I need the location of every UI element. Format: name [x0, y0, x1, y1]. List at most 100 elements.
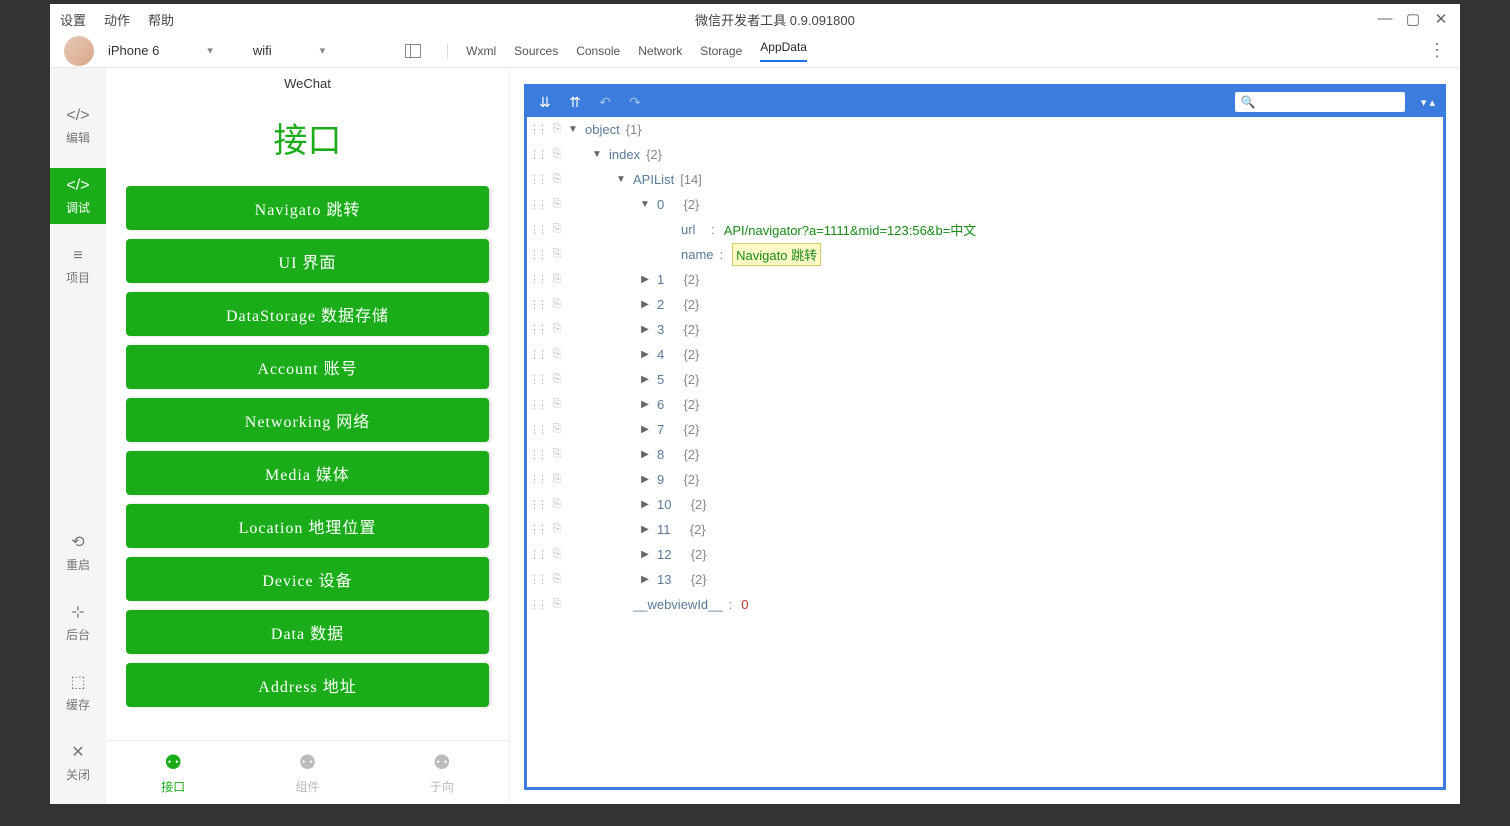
copy-icon[interactable] [547, 223, 567, 236]
api-btn-datastorage[interactable]: DataStorage 数据存储 [126, 292, 489, 336]
json-item-7[interactable]: ▶7 {2} [527, 417, 1443, 442]
copy-icon[interactable] [547, 448, 567, 461]
copy-icon[interactable] [547, 323, 567, 336]
drag-icon[interactable] [527, 423, 547, 436]
drag-icon[interactable] [527, 198, 547, 211]
drag-icon[interactable] [527, 148, 547, 161]
copy-icon[interactable] [547, 573, 567, 586]
arrow-down-icon[interactable]: ▼ [591, 149, 603, 160]
api-btn-navigato[interactable]: Navigato 跳转 [126, 186, 489, 230]
json-search-input[interactable]: 🔍 [1235, 92, 1405, 112]
drag-icon[interactable] [527, 248, 547, 261]
drag-icon[interactable] [527, 573, 547, 586]
arrow-right-icon[interactable]: ▶ [639, 524, 651, 535]
device-select[interactable]: iPhone 6 [108, 43, 213, 58]
arrow-right-icon[interactable]: ▶ [639, 424, 651, 435]
copy-icon[interactable] [547, 148, 567, 161]
tab-storage[interactable]: Storage [700, 44, 742, 58]
copy-icon[interactable] [547, 173, 567, 186]
tab-appdata[interactable]: AppData [760, 40, 807, 62]
collapse-all-icon[interactable]: ⇈ [565, 92, 585, 112]
kebab-icon[interactable]: ⋮ [1414, 40, 1460, 61]
undo-icon[interactable]: ↶ [595, 92, 615, 112]
drag-icon[interactable] [527, 598, 547, 611]
tab-sources[interactable]: Sources [514, 44, 558, 58]
json-root[interactable]: ▼object {1} [527, 117, 1443, 142]
sidebar-item-restart[interactable]: ⟲ 重启 [50, 524, 106, 580]
nav-tab-component[interactable]: ⚉ 组件 [240, 741, 374, 804]
copy-icon[interactable] [547, 523, 567, 536]
drag-icon[interactable] [527, 173, 547, 186]
drag-icon[interactable] [527, 348, 547, 361]
json-index[interactable]: ▼index {2} [527, 142, 1443, 167]
arrow-down-icon[interactable]: ▼ [567, 124, 579, 135]
close-icon[interactable]: ✕ [1432, 10, 1450, 28]
json-item-3[interactable]: ▶3 {2} [527, 317, 1443, 342]
drag-icon[interactable] [527, 523, 547, 536]
api-btn-networking[interactable]: Networking 网络 [126, 398, 489, 442]
api-btn-address[interactable]: Address 地址 [126, 663, 489, 707]
sidebar-item-background[interactable]: ⊹ 后台 [50, 594, 106, 650]
drag-icon[interactable] [527, 323, 547, 336]
menu-actions[interactable]: 动作 [104, 10, 130, 29]
drag-icon[interactable] [527, 123, 547, 136]
json-item-9[interactable]: ▶9 {2} [527, 467, 1443, 492]
dock-icon[interactable] [405, 44, 421, 58]
drag-icon[interactable] [527, 448, 547, 461]
copy-icon[interactable] [547, 273, 567, 286]
arrow-down-icon[interactable]: ▼ [639, 199, 651, 210]
tab-network[interactable]: Network [638, 44, 682, 58]
network-select[interactable]: wifi [253, 43, 325, 58]
api-btn-media[interactable]: Media 媒体 [126, 451, 489, 495]
maximize-icon[interactable]: ▢ [1404, 10, 1422, 28]
arrow-right-icon[interactable]: ▶ [639, 274, 651, 285]
sidebar-item-project[interactable]: ≡ 项目 [50, 238, 106, 294]
nav-tab-about[interactable]: ⚉ 于向 [375, 741, 509, 804]
arrow-right-icon[interactable]: ▶ [639, 449, 651, 460]
json-name-editing[interactable]: name : Navigato 跳转 [527, 242, 1443, 267]
drag-icon[interactable] [527, 398, 547, 411]
api-btn-location[interactable]: Location 地理位置 [126, 504, 489, 548]
drag-icon[interactable] [527, 473, 547, 486]
copy-icon[interactable] [547, 473, 567, 486]
arrow-right-icon[interactable]: ▶ [639, 324, 651, 335]
arrow-right-icon[interactable]: ▶ [639, 474, 651, 485]
json-tree[interactable]: ▼object {1}▼index {2}▼APIList [14]▼0 {2}… [527, 117, 1443, 787]
arrow-right-icon[interactable]: ▶ [639, 499, 651, 510]
drag-icon[interactable] [527, 498, 547, 511]
sidebar-item-close[interactable]: ✕ 关闭 [50, 734, 106, 790]
copy-icon[interactable] [547, 398, 567, 411]
json-apilist[interactable]: ▼APIList [14] [527, 167, 1443, 192]
json-webviewid[interactable]: __webviewId__ : 0 [527, 592, 1443, 617]
copy-icon[interactable] [547, 498, 567, 511]
json-item-2[interactable]: ▶2 {2} [527, 292, 1443, 317]
copy-icon[interactable] [547, 123, 567, 136]
api-btn-data[interactable]: Data 数据 [126, 610, 489, 654]
copy-icon[interactable] [547, 548, 567, 561]
json-item-0[interactable]: ▼0 {2} [527, 192, 1443, 217]
copy-icon[interactable] [547, 423, 567, 436]
tab-wxml[interactable]: Wxml [466, 44, 496, 58]
sidebar-item-cache[interactable]: ⬚ 缓存 [50, 664, 106, 720]
api-btn-device[interactable]: Device 设备 [126, 557, 489, 601]
arrow-right-icon[interactable]: ▶ [639, 574, 651, 585]
redo-icon[interactable]: ↷ [625, 92, 645, 112]
expand-all-icon[interactable]: ⇊ [535, 92, 555, 112]
drag-icon[interactable] [527, 298, 547, 311]
json-item-11[interactable]: ▶11 {2} [527, 517, 1443, 542]
api-btn-account[interactable]: Account 账号 [126, 345, 489, 389]
copy-icon[interactable] [547, 298, 567, 311]
search-dropdown-icon[interactable]: ▾ ▴ [1421, 96, 1435, 109]
copy-icon[interactable] [547, 248, 567, 261]
sidebar-item-edit[interactable]: </> 编辑 [50, 98, 106, 154]
api-btn-ui[interactable]: UI 界面 [126, 239, 489, 283]
copy-icon[interactable] [547, 373, 567, 386]
json-item-10[interactable]: ▶10 {2} [527, 492, 1443, 517]
avatar[interactable] [64, 36, 94, 66]
copy-icon[interactable] [547, 348, 567, 361]
json-item-6[interactable]: ▶6 {2} [527, 392, 1443, 417]
tab-console[interactable]: Console [576, 44, 620, 58]
json-item-8[interactable]: ▶8 {2} [527, 442, 1443, 467]
arrow-right-icon[interactable]: ▶ [639, 299, 651, 310]
json-item-5[interactable]: ▶5 {2} [527, 367, 1443, 392]
